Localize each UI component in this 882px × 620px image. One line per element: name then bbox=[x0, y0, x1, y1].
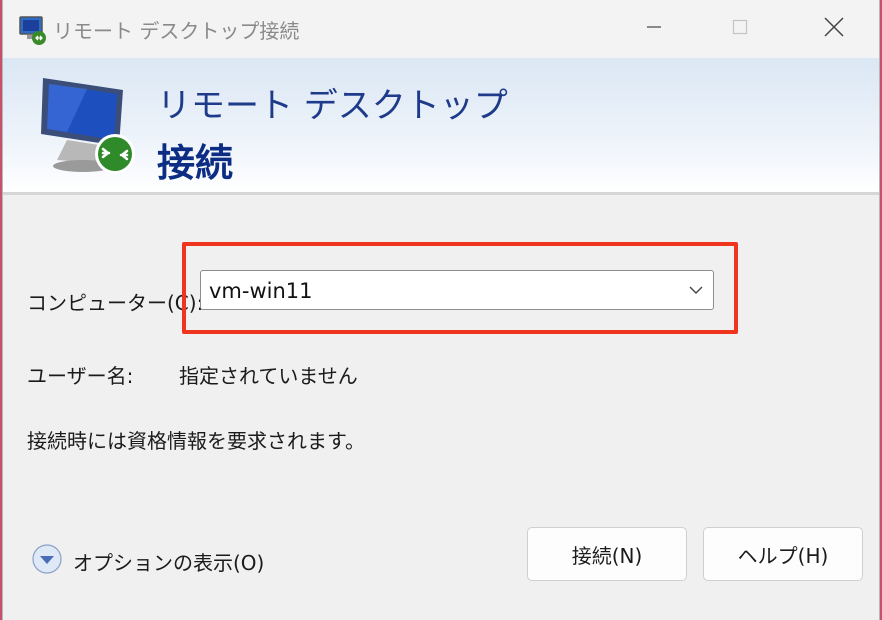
expand-options-icon[interactable] bbox=[31, 543, 63, 575]
connect-button[interactable]: 接続(N) bbox=[527, 527, 687, 581]
banner-subtitle: 接続 bbox=[157, 141, 234, 185]
close-icon bbox=[823, 16, 845, 42]
banner-title: リモート デスクトップ bbox=[157, 86, 508, 126]
minimize-button[interactable] bbox=[609, 0, 699, 58]
maximize-icon bbox=[731, 18, 749, 40]
remote-desktop-window: リモート デスクトップ接続 リモート デスクトップ 接続 コンピューター(C):… bbox=[3, 0, 879, 620]
remote-desktop-icon bbox=[17, 14, 49, 46]
help-button[interactable]: ヘルプ(H) bbox=[703, 527, 863, 581]
user-label: ユーザー名: bbox=[27, 364, 134, 388]
monitor-icon bbox=[37, 72, 147, 182]
highlight-box bbox=[182, 242, 738, 334]
credentials-info-text: 接続時には資格情報を要求されます。 bbox=[27, 429, 365, 453]
computer-label: コンピューター(C): bbox=[27, 291, 204, 315]
maximize-button[interactable] bbox=[695, 0, 785, 58]
window-title: リモート デスクトップ接続 bbox=[53, 19, 300, 43]
close-button[interactable] bbox=[789, 0, 879, 58]
show-options-link[interactable]: オプションの表示(O) bbox=[73, 547, 264, 576]
minimize-icon bbox=[645, 18, 663, 40]
user-value: 指定されていません bbox=[179, 364, 358, 388]
header-banner: リモート デスクトップ 接続 bbox=[3, 58, 879, 195]
title-bar[interactable]: リモート デスクトップ接続 bbox=[3, 0, 879, 58]
